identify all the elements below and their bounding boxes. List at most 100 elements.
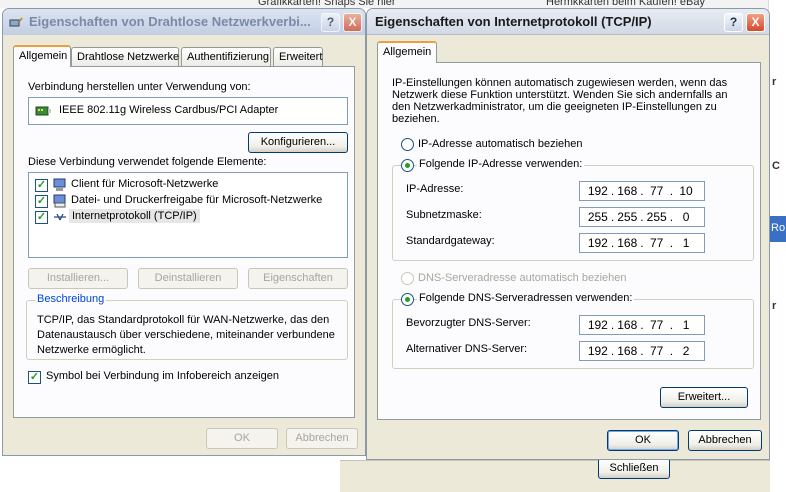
item-label: Datei- und Druckerfreigabe für Microsoft… <box>71 194 323 206</box>
preferred-dns-label: Bevorzugter DNS-Server: <box>406 317 531 329</box>
dns-group: Folgende DNS-Serveradressen verwenden: B… <box>392 292 754 369</box>
ip-octet: 192 <box>587 236 608 250</box>
alternate-dns-label: Alternativer DNS-Server: <box>406 343 528 355</box>
ip-address-input[interactable]: 192. 168. 77. 10 <box>579 181 705 201</box>
adapter-box: IEEE 802.11g Wireless Cardbus/PCI Adapte… <box>28 97 348 125</box>
file-printer-sharing-icon <box>53 194 67 208</box>
description-group: Beschreibung TCP/IP, das Standardprotoko… <box>26 293 348 360</box>
ip-address-label: IP-Adresse: <box>406 183 464 195</box>
network-connection-icon <box>9 16 23 27</box>
gateway-input[interactable]: 192. 168. 77. 1 <box>579 233 705 253</box>
background-page-edge <box>768 0 786 492</box>
adapter-name: IEEE 802.11g Wireless Cardbus/PCI Adapte… <box>59 104 279 116</box>
tab-general[interactable]: Allgemein <box>13 45 71 67</box>
ip-octet: 77 <box>649 344 664 358</box>
ip-octet: 0 <box>682 210 690 224</box>
item-label: Client für Microsoft-Netzwerke <box>71 178 219 190</box>
subnet-mask-label: Subnetzmaske: <box>406 209 482 221</box>
manual-dns-radio[interactable] <box>401 293 414 306</box>
item-label: Internetprotokoll (TCP/IP) <box>69 209 200 223</box>
list-item[interactable]: ✓ Internetprotokoll (TCP/IP) <box>33 209 345 225</box>
ip-octet: 77 <box>649 236 664 250</box>
tab-authentication[interactable]: Authentifizierung <box>181 47 271 66</box>
ip-address-group: Folgende IP-Adresse verwenden: IP-Adress… <box>392 158 754 261</box>
close-window-button[interactable]: X <box>343 13 362 32</box>
connect-using-label: Verbindung herstellen unter Verwendung v… <box>28 81 251 93</box>
ip-octet: 2 <box>682 344 690 358</box>
item-checkbox[interactable]: ✓ <box>35 211 48 224</box>
ip-octet: 255 <box>646 210 667 224</box>
subnet-mask-input[interactable]: 255. 255. 255. 0 <box>579 207 705 227</box>
background-letter: r <box>772 300 777 312</box>
manual-ip-label: Folgende IP-Adresse verwenden: <box>417 158 585 170</box>
tab-panel-general: Verbindung herstellen unter Verwendung v… <box>13 66 355 418</box>
intro-text: IP-Einstellungen können automatisch zuge… <box>392 77 728 125</box>
help-button[interactable]: ? <box>724 13 743 32</box>
ip-octet: 1 <box>682 318 690 332</box>
advanced-button[interactable]: Erweitert... <box>660 387 748 408</box>
background-button[interactable]: Ro <box>768 216 786 242</box>
title-bar[interactable]: Eigenschaften von Drahtlose Netzwerkverb… <box>3 9 365 35</box>
ip-octet: 10 <box>679 184 693 198</box>
alternate-dns-input[interactable]: 192. 168. 77. 2 <box>579 341 705 361</box>
install-button[interactable]: Installieren... <box>28 268 128 289</box>
auto-ip-label: IP-Adresse automatisch beziehen <box>418 138 583 150</box>
ip-octet: 192 <box>587 344 608 358</box>
connection-properties-dialog: Eigenschaften von Drahtlose Netzwerkverb… <box>2 8 366 456</box>
auto-ip-radio[interactable] <box>401 138 414 151</box>
network-adapter-icon <box>35 105 51 117</box>
items-label: Diese Verbindung verwendet folgende Elem… <box>28 156 267 168</box>
uninstall-button[interactable]: Deinstallieren <box>138 268 238 289</box>
tcpip-properties-dialog: Eigenschaften von Internetprotokoll (TCP… <box>366 8 770 460</box>
gateway-label: Standardgateway: <box>406 235 495 247</box>
item-checkbox[interactable]: ✓ <box>35 195 48 208</box>
ok-button[interactable]: OK <box>206 428 278 449</box>
ip-octet: 192 <box>587 184 608 198</box>
close-window-button[interactable]: X <box>746 13 765 32</box>
background-window-bottom <box>340 460 770 492</box>
background-letter: C <box>772 160 780 172</box>
window-title: Eigenschaften von Internetprotokoll (TCP… <box>375 14 652 29</box>
auto-dns-radio[interactable] <box>401 272 414 285</box>
cancel-button[interactable]: Abbrechen <box>286 428 358 449</box>
ok-button[interactable]: OK <box>607 430 679 451</box>
ip-octet: 255 <box>617 210 638 224</box>
protocol-icon <box>53 210 67 224</box>
description-title: Beschreibung <box>35 293 107 305</box>
tab-wireless-networks[interactable]: Drahtlose Netzwerke <box>71 47 179 66</box>
configure-button[interactable]: Konfigurieren... <box>248 132 348 153</box>
network-client-icon <box>53 178 67 192</box>
tray-icon-label: Symbol bei Verbindung im Infobereich anz… <box>46 370 279 382</box>
item-checkbox[interactable]: ✓ <box>35 179 48 192</box>
manual-ip-radio[interactable] <box>401 159 414 172</box>
auto-dns-label: DNS-Serveradresse automatisch beziehen <box>418 272 627 284</box>
ip-octet: 168 <box>617 318 638 332</box>
tab-general[interactable]: Allgemein <box>377 41 437 63</box>
manual-dns-label: Folgende DNS-Serveradressen verwenden: <box>417 292 635 304</box>
background-text-left: Grafikkarten! Snaps Sie hier <box>258 0 396 8</box>
ip-octet: 168 <box>617 236 638 250</box>
title-bar[interactable]: Eigenschaften von Internetprotokoll (TCP… <box>367 9 769 35</box>
list-item[interactable]: ✓ Datei- und Druckerfreigabe für Microso… <box>33 193 345 209</box>
close-button[interactable]: Schließen <box>598 458 670 479</box>
help-button[interactable]: ? <box>321 13 340 32</box>
background-letter: r <box>772 76 777 88</box>
background-text-right: Hermkkarten beim Kaufen! eBay <box>546 0 705 8</box>
ip-octet: 168 <box>617 344 638 358</box>
tab-panel-general: IP-Einstellungen können automatisch zuge… <box>377 62 761 420</box>
tray-icon-checkbox[interactable]: ✓ <box>28 371 41 384</box>
properties-button[interactable]: Eigenschaften <box>248 268 348 289</box>
tab-advanced[interactable]: Erweitert <box>273 47 323 66</box>
cancel-button[interactable]: Abbrechen <box>688 430 762 451</box>
ip-octet: 77 <box>649 318 664 332</box>
components-list: ✓ Client für Microsoft-Netzwerke ✓ Datei… <box>28 172 348 258</box>
ip-octet: 192 <box>587 318 608 332</box>
ip-octet: 77 <box>649 184 664 198</box>
ip-octet: 168 <box>617 184 638 198</box>
ip-octet: 255 <box>587 210 608 224</box>
ip-octet: 1 <box>682 236 690 250</box>
preferred-dns-input[interactable]: 192. 168. 77. 1 <box>579 315 705 335</box>
list-item[interactable]: ✓ Client für Microsoft-Netzwerke <box>33 177 345 193</box>
window-title: Eigenschaften von Drahtlose Netzwerkverb… <box>29 14 311 29</box>
description-text: TCP/IP, das Standardprotokoll für WAN-Ne… <box>37 314 335 356</box>
